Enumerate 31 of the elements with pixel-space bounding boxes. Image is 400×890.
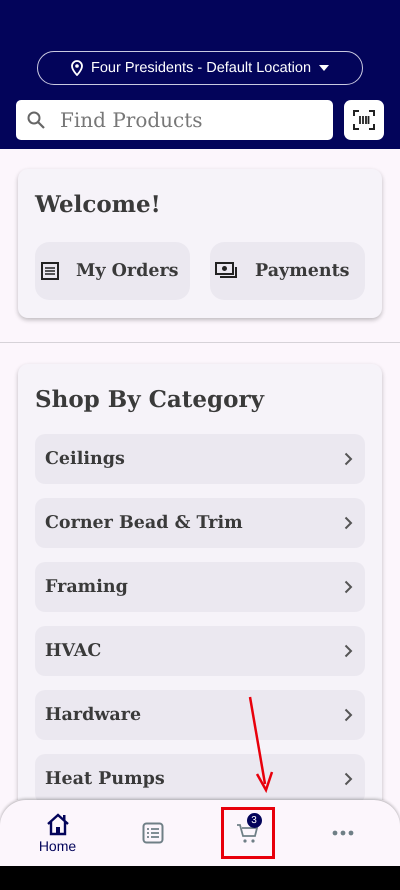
welcome-title: Welcome! xyxy=(35,191,162,218)
category-item[interactable]: Framing xyxy=(35,562,365,612)
category-item[interactable]: Corner Bead & Trim xyxy=(35,498,365,548)
location-selector[interactable]: Four Presidents - Default Location xyxy=(37,51,363,85)
home-tab[interactable]: Home xyxy=(30,807,84,859)
category-item[interactable]: Hardware xyxy=(35,690,365,740)
home-icon xyxy=(44,812,70,836)
payments-button[interactable]: Payments xyxy=(210,242,365,300)
cart-icon xyxy=(236,822,260,844)
money-icon xyxy=(215,261,239,281)
orders-button[interactable]: My Orders xyxy=(35,242,190,300)
list-icon xyxy=(142,822,164,844)
receipt-icon xyxy=(40,261,60,281)
chevron-right-icon xyxy=(344,644,353,658)
category-item[interactable]: HVAC xyxy=(35,626,365,676)
search-field[interactable]: Find Products xyxy=(16,100,333,140)
category-title: Shop By Category xyxy=(35,386,266,413)
scan-icon xyxy=(353,110,375,130)
chevron-right-icon xyxy=(344,452,353,466)
chevron-right-icon xyxy=(344,772,353,786)
category-item[interactable]: Heat Pumps xyxy=(35,754,365,800)
category-item[interactable]: Ceilings xyxy=(35,434,365,484)
cart-tab[interactable]: 3 xyxy=(220,807,274,859)
cart-count-badge: 3 xyxy=(246,813,262,828)
location-pin-icon xyxy=(70,60,83,76)
chevron-right-icon xyxy=(344,580,353,594)
chevron-right-icon xyxy=(344,516,353,530)
more-icon xyxy=(332,830,354,836)
chevron-right-icon xyxy=(344,708,353,722)
caret-icon xyxy=(319,65,330,71)
barcode-scan-button[interactable] xyxy=(344,100,384,140)
